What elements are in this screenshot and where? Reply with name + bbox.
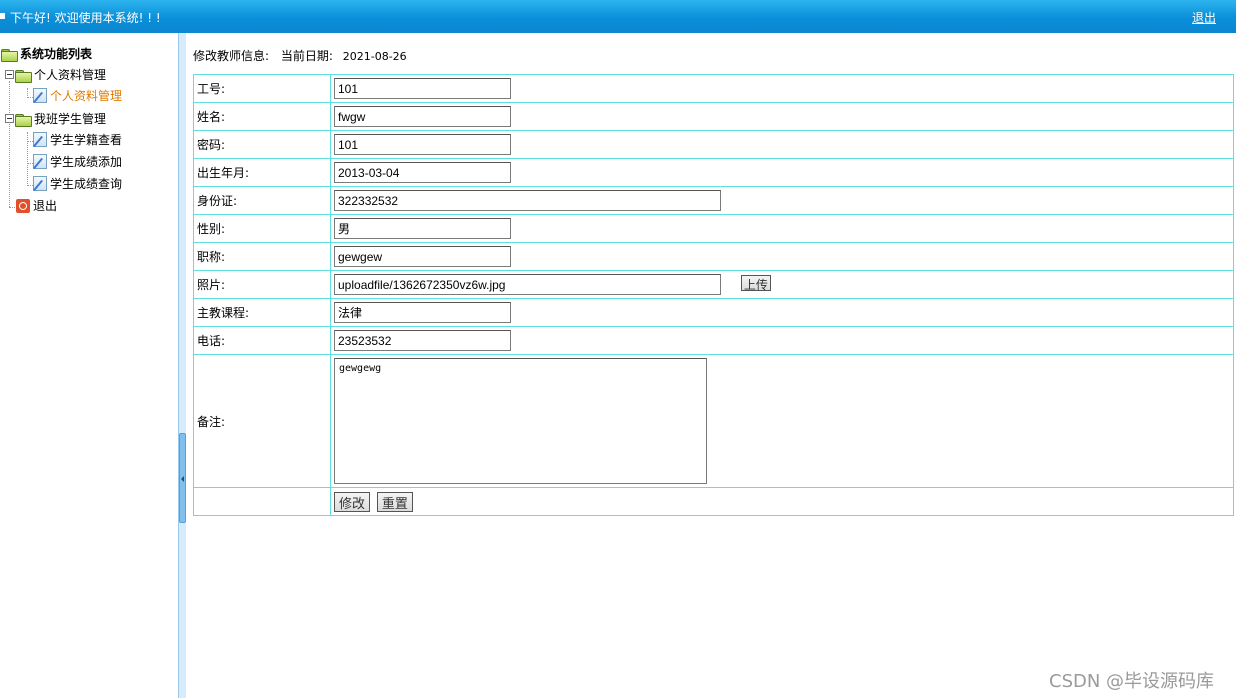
tree-group-label: 我班学生管理	[34, 112, 107, 126]
sidebar-item-label: 学生成绩查询	[50, 177, 123, 191]
greeting-text: 下午好! 欢迎使用本系统! ! !	[10, 11, 161, 25]
field-label: 照片:	[193, 270, 331, 299]
field-label: 职称:	[193, 242, 331, 271]
current-date: 2021-08-26	[342, 50, 407, 63]
reset-button[interactable]: 重置	[376, 491, 413, 512]
collapse-icon[interactable]	[5, 70, 14, 79]
form-row: 修改 重置	[193, 487, 1234, 516]
tree-group-students[interactable]: 我班学生管理	[5, 110, 106, 127]
folder-open-icon	[15, 113, 32, 127]
form-row: 电话:	[193, 326, 1234, 355]
sidebar-item-student-records[interactable]: 学生学籍查看	[33, 131, 122, 148]
form-row: 主教课程:	[193, 298, 1234, 327]
sidebar-item-exit[interactable]: 退出	[16, 197, 57, 214]
field-label: 主教课程:	[193, 298, 331, 327]
power-icon	[16, 198, 30, 213]
job-title-field[interactable]	[334, 246, 511, 267]
tree-group-profile[interactable]: 个人资料管理	[5, 66, 106, 83]
page-title: 修改教师信息: 当前日期: 2021-08-26	[193, 47, 407, 64]
form-row: 照片: 上传	[193, 270, 1234, 299]
form-row: 密码:	[193, 130, 1234, 159]
submit-button[interactable]: 修改	[334, 491, 371, 512]
tree-connector	[9, 207, 15, 208]
field-label: 密码:	[193, 130, 331, 159]
tree-group-label: 个人资料管理	[34, 68, 107, 82]
sidebar-item-label: 学生学籍查看	[50, 133, 123, 147]
field-label: 电话:	[193, 326, 331, 355]
edit-page-icon	[33, 132, 47, 147]
logout-link[interactable]: 退出	[1192, 9, 1216, 26]
field-label: 工号:	[193, 74, 331, 103]
edit-page-icon	[33, 176, 47, 191]
note-textarea[interactable]: gewgewg	[334, 358, 707, 484]
gender-field[interactable]	[334, 218, 511, 239]
password-field[interactable]	[334, 134, 511, 155]
id-card-field[interactable]	[334, 190, 721, 211]
sidebar-item-label: 退出	[33, 199, 58, 213]
sidebar-splitter[interactable]	[178, 33, 186, 698]
watermark: CSDN @毕设源码库	[1049, 671, 1215, 692]
collapse-icon[interactable]	[5, 114, 14, 123]
form-row: 姓名:	[193, 102, 1234, 131]
edit-page-icon	[33, 154, 47, 169]
form-row: 身份证:	[193, 186, 1234, 215]
edit-page-icon	[33, 88, 47, 103]
sidebar-item-add-grades[interactable]: 学生成绩添加	[33, 153, 122, 170]
form-row: 工号:	[193, 74, 1234, 103]
tree-root-label: 系统功能列表	[20, 47, 93, 61]
sidebar-item-profile[interactable]: 个人资料管理	[33, 87, 122, 104]
field-label: 性别:	[193, 214, 331, 243]
form-row: 出生年月:	[193, 158, 1234, 187]
form-row: 性别:	[193, 214, 1234, 243]
birth-date-field[interactable]	[334, 162, 511, 183]
id-field[interactable]	[334, 78, 511, 99]
photo-path-field[interactable]	[334, 274, 721, 295]
field-label: 身份证:	[193, 186, 331, 215]
field-label: 姓名:	[193, 102, 331, 131]
teacher-edit-form: 工号: 姓名: 密码: 出生年月: 身份证: 性别: 职称: 照片: 上传 主教…	[193, 74, 1234, 516]
folder-open-icon	[15, 69, 32, 83]
course-field[interactable]	[334, 302, 511, 323]
form-row: 备注: gewgewg	[193, 354, 1234, 488]
date-label: 当前日期:	[280, 49, 333, 63]
field-label: 备注:	[193, 354, 331, 488]
name-field[interactable]	[334, 106, 511, 127]
sidebar-tree: 系统功能列表 个人资料管理 个人资料管理 我班学生管理 学生学籍查看 学生成绩添…	[0, 33, 178, 698]
sidebar-item-label: 个人资料管理	[50, 89, 123, 103]
form-title: 修改教师信息:	[193, 49, 270, 63]
tree-root[interactable]: 系统功能列表	[1, 45, 92, 62]
phone-field[interactable]	[334, 330, 511, 351]
collapse-sidebar-handle[interactable]	[179, 433, 186, 523]
sidebar-item-label: 学生成绩添加	[50, 155, 123, 169]
folder-open-icon	[1, 48, 18, 62]
upload-button[interactable]: 上传	[740, 274, 771, 292]
top-header-bar: 下午好! 欢迎使用本系统! ! ! 退出	[0, 0, 1236, 33]
header-bullet-icon	[0, 13, 5, 19]
field-label: 出生年月:	[193, 158, 331, 187]
form-row: 职称:	[193, 242, 1234, 271]
tree-connector	[9, 81, 10, 207]
sidebar-item-query-grades[interactable]: 学生成绩查询	[33, 175, 122, 192]
